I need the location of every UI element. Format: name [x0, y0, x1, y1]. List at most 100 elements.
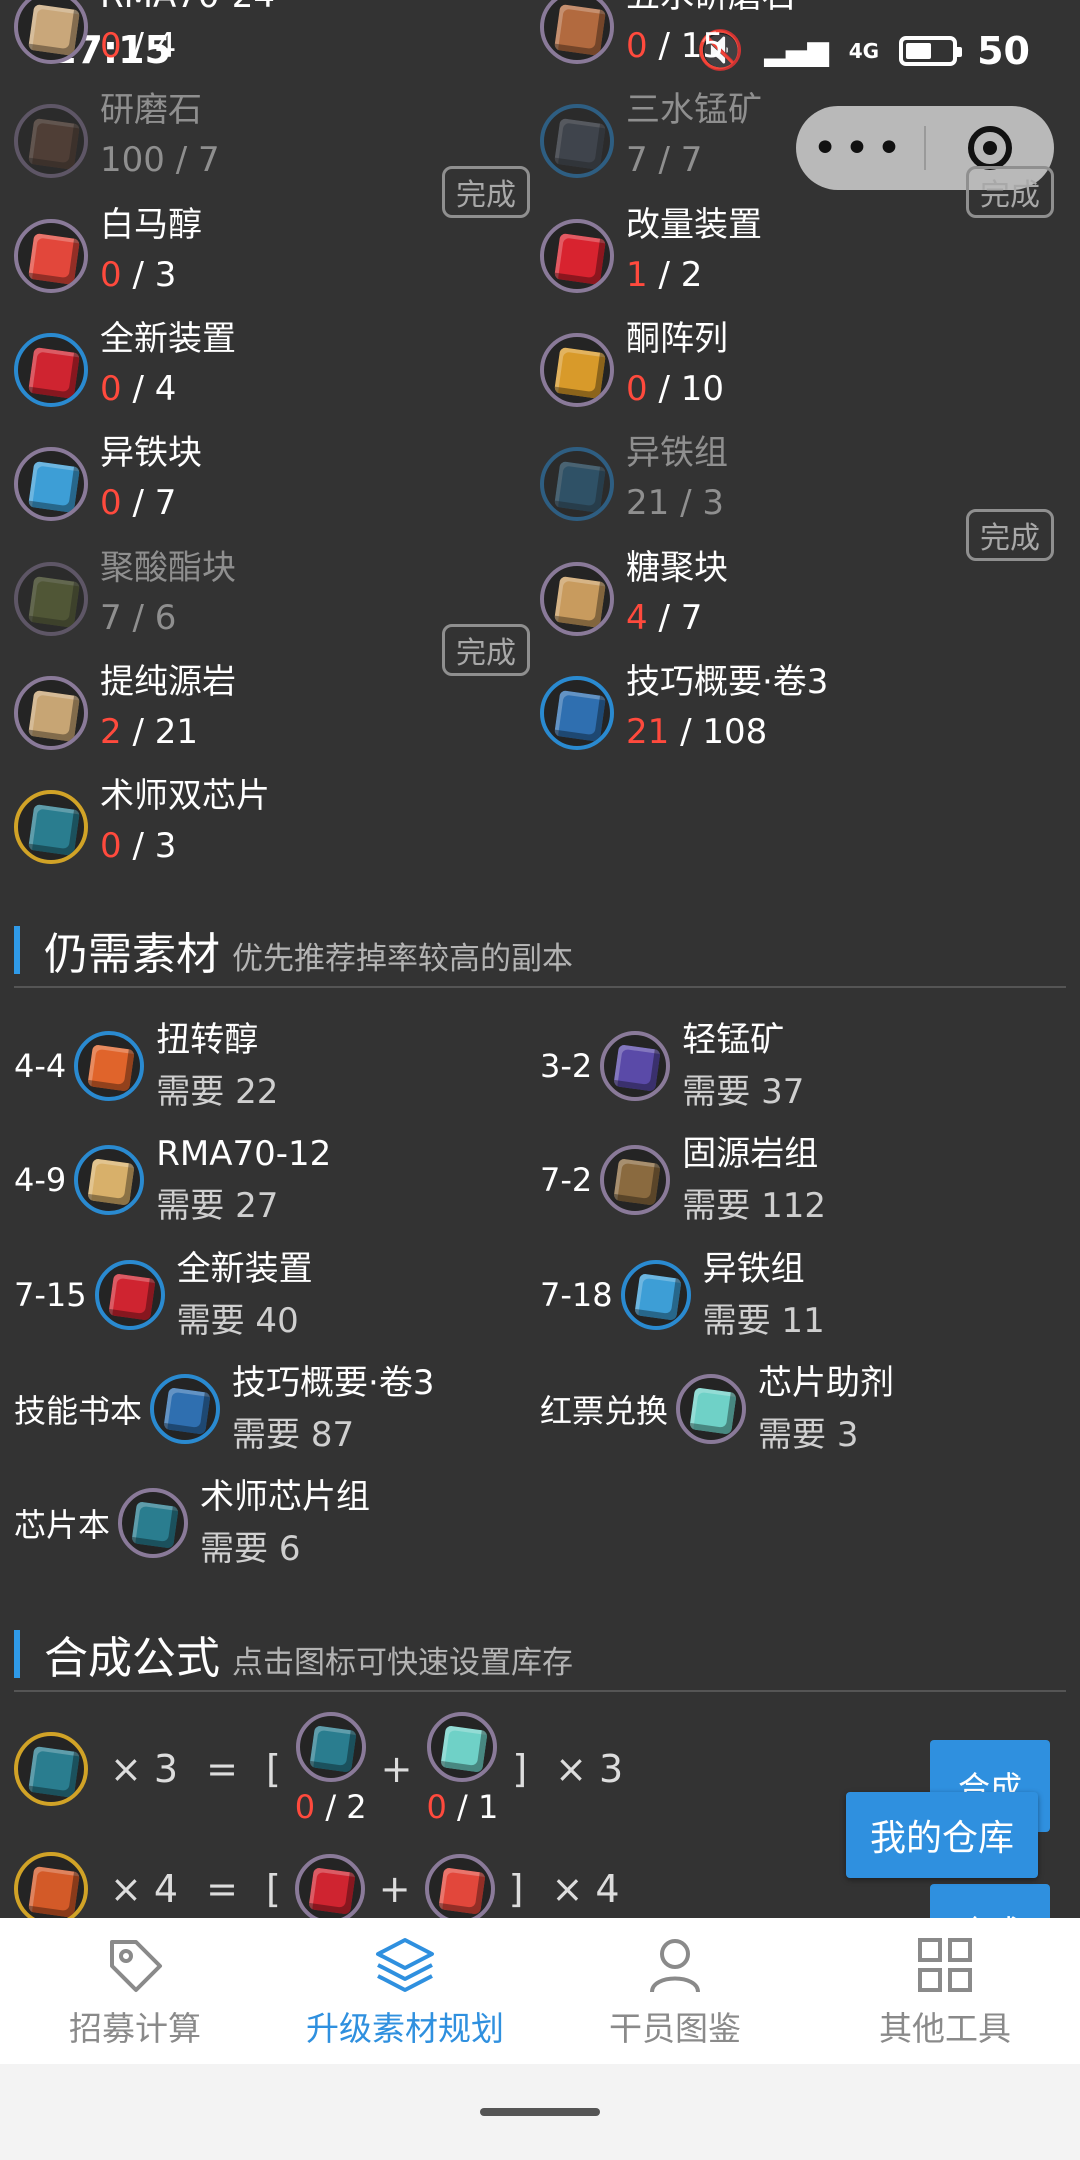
material-icon[interactable]: [14, 1852, 88, 1926]
material-icon[interactable]: [14, 561, 88, 636]
material-icon[interactable]: [14, 0, 88, 64]
material-count: 0 / 4: [100, 20, 275, 72]
needed-material-item[interactable]: 4-9 RMA70-12 需要 27: [14, 1128, 331, 1232]
equals-sign: =: [206, 1867, 238, 1911]
material-icon[interactable]: [118, 1488, 189, 1559]
tab-operator-index[interactable]: 干员图鉴: [540, 1918, 810, 2064]
stage-label: 技能书本: [14, 1391, 143, 1430]
stage-label: 3-2: [540, 1047, 593, 1085]
ingredient-slot[interactable]: [424, 1854, 495, 1924]
owned-material-item[interactable]: 五水研磨石0 / 15: [540, 0, 796, 72]
needed-material-item[interactable]: 3-2 轻锰矿 需要 37: [540, 1014, 804, 1118]
material-icon[interactable]: [540, 561, 614, 636]
needed-material-item[interactable]: 芯片本 术师芯片组 需要 6: [14, 1471, 370, 1575]
batch-multiplier: × 4: [551, 1867, 620, 1911]
close-miniprogram-button[interactable]: [926, 126, 1054, 170]
home-indicator[interactable]: [480, 2108, 600, 2116]
material-name: 五水研磨石: [626, 0, 796, 20]
owned-material-text: 异铁组 21 / 3: [626, 429, 728, 529]
material-icon[interactable]: [540, 332, 614, 407]
needed-section-header: 仍需素材 优先推荐掉率较高的副本: [14, 918, 573, 982]
ingredient-slot[interactable]: [294, 1854, 365, 1924]
material-name: 技巧概要·卷3: [232, 1362, 435, 1403]
have-count: 0: [626, 368, 648, 409]
material-image: [28, 232, 80, 285]
material-icon[interactable]: [74, 1031, 145, 1101]
needed-material-item[interactable]: 4-4 扭转醇 需要 22: [14, 1014, 278, 1118]
owned-material-item[interactable]: 糖聚块 4 / 7: [540, 544, 728, 644]
material-icon[interactable]: [150, 1373, 221, 1444]
needed-material-item[interactable]: 技能书本 技巧概要·卷3 需要 87: [14, 1357, 434, 1461]
material-icon[interactable]: [676, 1373, 747, 1444]
material-icon[interactable]: [540, 447, 614, 522]
owned-material-item[interactable]: 改量装置 1 / 2: [540, 201, 762, 301]
material-icon[interactable]: [424, 1854, 495, 1924]
ingredient-slot[interactable]: 0 / 1: [426, 1712, 498, 1826]
material-icon[interactable]: [540, 0, 614, 64]
material-icon[interactable]: [74, 1145, 145, 1216]
material-icon[interactable]: [540, 104, 614, 179]
required-amount: 需要 87: [232, 1414, 355, 1455]
needed-material-text: 技巧概要·卷3 需要 87: [232, 1357, 434, 1461]
material-icon[interactable]: [14, 332, 88, 407]
material-icon[interactable]: [14, 104, 88, 179]
needed-material-text: 固源岩组 需要 112: [682, 1128, 826, 1232]
network-label: 4G: [848, 38, 880, 63]
owned-material-item[interactable]: 异铁块 0 / 7: [14, 429, 202, 529]
owned-material-item[interactable]: 研磨石 100 / 7: [14, 86, 220, 186]
owned-material-item[interactable]: 提纯源岩 2 / 21: [14, 658, 236, 758]
material-icon[interactable]: [94, 1259, 165, 1330]
material-image: [28, 1866, 80, 1918]
need-count: 2: [680, 254, 703, 295]
owned-material-item[interactable]: 全新装置 0 / 4: [14, 315, 236, 415]
material-icon[interactable]: [14, 447, 88, 522]
material-image: [28, 689, 80, 742]
material-name: 白马醇: [100, 204, 202, 245]
material-icon[interactable]: [14, 1732, 88, 1806]
material-icon[interactable]: [600, 1031, 671, 1101]
done-badge: 完成: [966, 166, 1054, 219]
more-menu-button[interactable]: •••: [796, 123, 924, 174]
material-icon[interactable]: [14, 675, 88, 750]
material-image: [554, 689, 606, 742]
count-separator: /: [164, 140, 198, 181]
have-count: 7: [100, 597, 122, 638]
material-name: 三水锰矿: [626, 90, 762, 131]
material-icon[interactable]: [620, 1259, 691, 1330]
count-separator: /: [647, 597, 681, 638]
material-icon[interactable]: [14, 218, 88, 293]
owned-material-item[interactable]: 聚酸酯块 7 / 6: [14, 544, 236, 644]
stage-label: 7-2: [540, 1161, 593, 1200]
owned-material-item[interactable]: 术师双芯片 0 / 3: [14, 772, 270, 872]
owned-material-item[interactable]: RMA70-240 / 4: [14, 0, 275, 72]
owned-material-item[interactable]: 技巧概要·卷3 21 / 108: [540, 658, 828, 758]
tab-recruit[interactable]: 招募计算: [0, 1918, 270, 2064]
needed-material-item[interactable]: 7-15 全新装置 需要 40: [14, 1243, 313, 1347]
material-icon[interactable]: [295, 1712, 366, 1782]
have-count: 21: [626, 711, 670, 752]
owned-material-text: 技巧概要·卷3 21 / 108: [626, 658, 828, 758]
material-icon[interactable]: [14, 790, 88, 865]
material-count: 0 / 4: [100, 363, 236, 415]
have-count: 2: [100, 711, 122, 752]
tab-upgrade-planning[interactable]: 升级素材规划: [270, 1918, 540, 2064]
needed-material-item[interactable]: 红票兑换 芯片助剂 需要 3: [540, 1357, 894, 1461]
section-title: 合成公式: [44, 1633, 220, 1684]
owned-material-item[interactable]: 异铁组 21 / 3: [540, 429, 728, 529]
section-accent-bar: [14, 1630, 20, 1678]
material-icon[interactable]: [540, 675, 614, 750]
tab-other-tools[interactable]: 其他工具: [810, 1918, 1080, 2064]
material-icon[interactable]: [600, 1145, 671, 1216]
material-icon[interactable]: [294, 1854, 365, 1924]
needed-material-item[interactable]: 7-2 固源岩组 需要 112: [540, 1128, 826, 1232]
owned-material-item[interactable]: 白马醇 0 / 3: [14, 201, 202, 301]
needed-material-item[interactable]: 7-18 异铁组 需要 11: [540, 1243, 825, 1347]
material-icon[interactable]: [427, 1712, 498, 1782]
owned-material-item[interactable]: 三水锰矿 7 / 7: [540, 86, 762, 186]
ingredient-slot[interactable]: 0 / 2: [295, 1712, 367, 1826]
material-image: [613, 1044, 661, 1092]
material-icon[interactable]: [540, 218, 614, 293]
owned-material-item[interactable]: 酮阵列 0 / 10: [540, 315, 728, 415]
have-count: 100: [100, 140, 165, 181]
my-warehouse-button[interactable]: 我的仓库: [846, 1792, 1038, 1878]
